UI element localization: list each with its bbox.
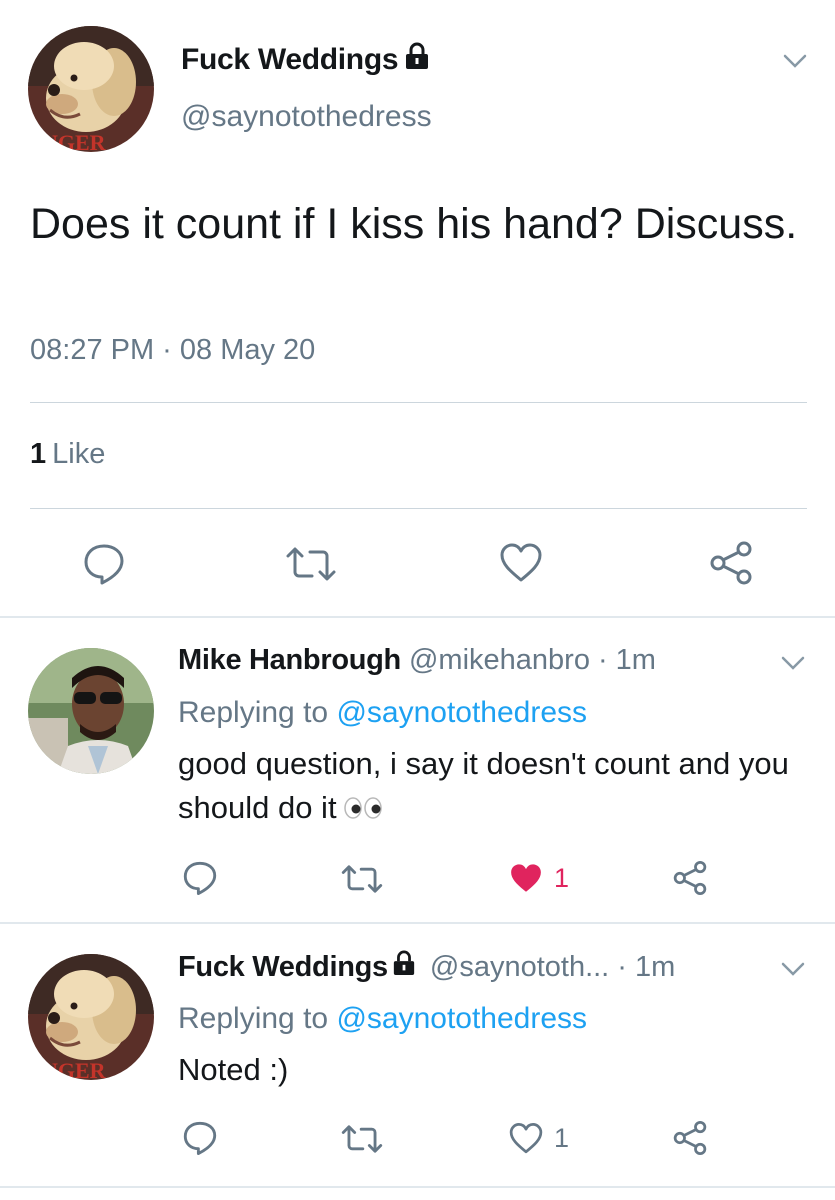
divider [30, 508, 807, 509]
main-display-name-text[interactable]: Fuck Weddings [181, 43, 399, 77]
reply-display-name[interactable]: Fuck Weddings [178, 951, 388, 984]
divider [30, 402, 807, 403]
lock-icon [404, 42, 430, 78]
likes-count-row[interactable]: 1 Like [30, 438, 105, 471]
reply-icon [182, 860, 218, 896]
reply-icon [182, 1120, 218, 1156]
likes-count: 1 [30, 438, 47, 470]
reply-display-name[interactable]: Mike Hanbrough [178, 644, 401, 677]
tweet-timestamp[interactable]: 08:27 PM · 08 May 20 [30, 334, 315, 367]
replying-to-prefix: Replying to [178, 1002, 329, 1035]
reply-button[interactable] [182, 860, 218, 896]
reply-avatar[interactable]: NGER [28, 954, 154, 1080]
reply-icon [82, 542, 126, 586]
lock-icon [392, 950, 416, 984]
like-icon [508, 1122, 544, 1155]
reply-handle[interactable]: @saynototh... [430, 951, 609, 984]
replying-to-line: Replying to @saynotothedress [178, 696, 587, 730]
reply-button[interactable] [182, 1120, 218, 1156]
share-icon [708, 540, 754, 586]
replying-to-line: Replying to @saynotothedress [178, 1002, 587, 1036]
reply-handle[interactable]: @mikehanbro [409, 644, 590, 677]
reply-text: Noted :) [178, 1052, 289, 1087]
reply-button[interactable] [82, 542, 126, 586]
likes-label: Like [52, 438, 106, 470]
reply-header: Fuck Weddings @saynototh... · 1m [178, 950, 675, 984]
chevron-down-icon[interactable] [780, 46, 810, 76]
share-icon [672, 1120, 708, 1156]
like-count: 1 [554, 863, 570, 893]
replying-to-prefix: Replying to [178, 696, 329, 729]
like-icon-filled [508, 862, 544, 895]
retweet-icon [340, 864, 384, 894]
replying-to-mention[interactable]: @saynotothedress [336, 696, 587, 729]
tweet-separator [0, 922, 835, 924]
replying-to-mention[interactable]: @saynotothedress [336, 1002, 587, 1035]
reply-text-body: good question, i say it doesn't count an… [178, 746, 789, 825]
svg-text:NGER: NGER [42, 130, 107, 152]
eyes-emoji-icon [343, 788, 383, 832]
retweet-button[interactable] [340, 1124, 384, 1154]
share-button[interactable] [672, 860, 708, 896]
reply-header: Mike Hanbrough @mikehanbro · 1m [178, 644, 656, 677]
share-button[interactable] [672, 1120, 708, 1156]
share-button[interactable] [708, 540, 754, 586]
retweet-button[interactable] [340, 864, 384, 894]
reply-avatar[interactable] [28, 648, 154, 774]
main-avatar[interactable]: NGER [28, 26, 154, 152]
like-icon [498, 542, 544, 584]
tweet-separator [0, 616, 835, 618]
tweet-text: Does it count if I kiss his hand? Discus… [30, 200, 798, 248]
like-button[interactable] [498, 542, 544, 584]
like-count: 1 [554, 1123, 570, 1153]
reply-time[interactable]: · 1m [598, 644, 656, 677]
share-icon [672, 860, 708, 896]
tweet-separator [0, 1186, 835, 1188]
chevron-down-icon[interactable] [778, 648, 808, 678]
retweet-icon [284, 546, 338, 582]
reply-time[interactable]: · 1m [617, 951, 675, 984]
main-display-name[interactable]: Fuck Weddings [181, 42, 430, 78]
main-handle[interactable]: @saynotothedress [181, 100, 432, 134]
like-button[interactable]: 1 [508, 862, 569, 895]
retweet-button[interactable] [284, 546, 338, 582]
svg-text:NGER: NGER [42, 1058, 107, 1080]
reply-text: good question, i say it doesn't count an… [178, 742, 808, 832]
like-button[interactable]: 1 [508, 1122, 569, 1155]
chevron-down-icon[interactable] [778, 954, 808, 984]
retweet-icon [340, 1124, 384, 1154]
